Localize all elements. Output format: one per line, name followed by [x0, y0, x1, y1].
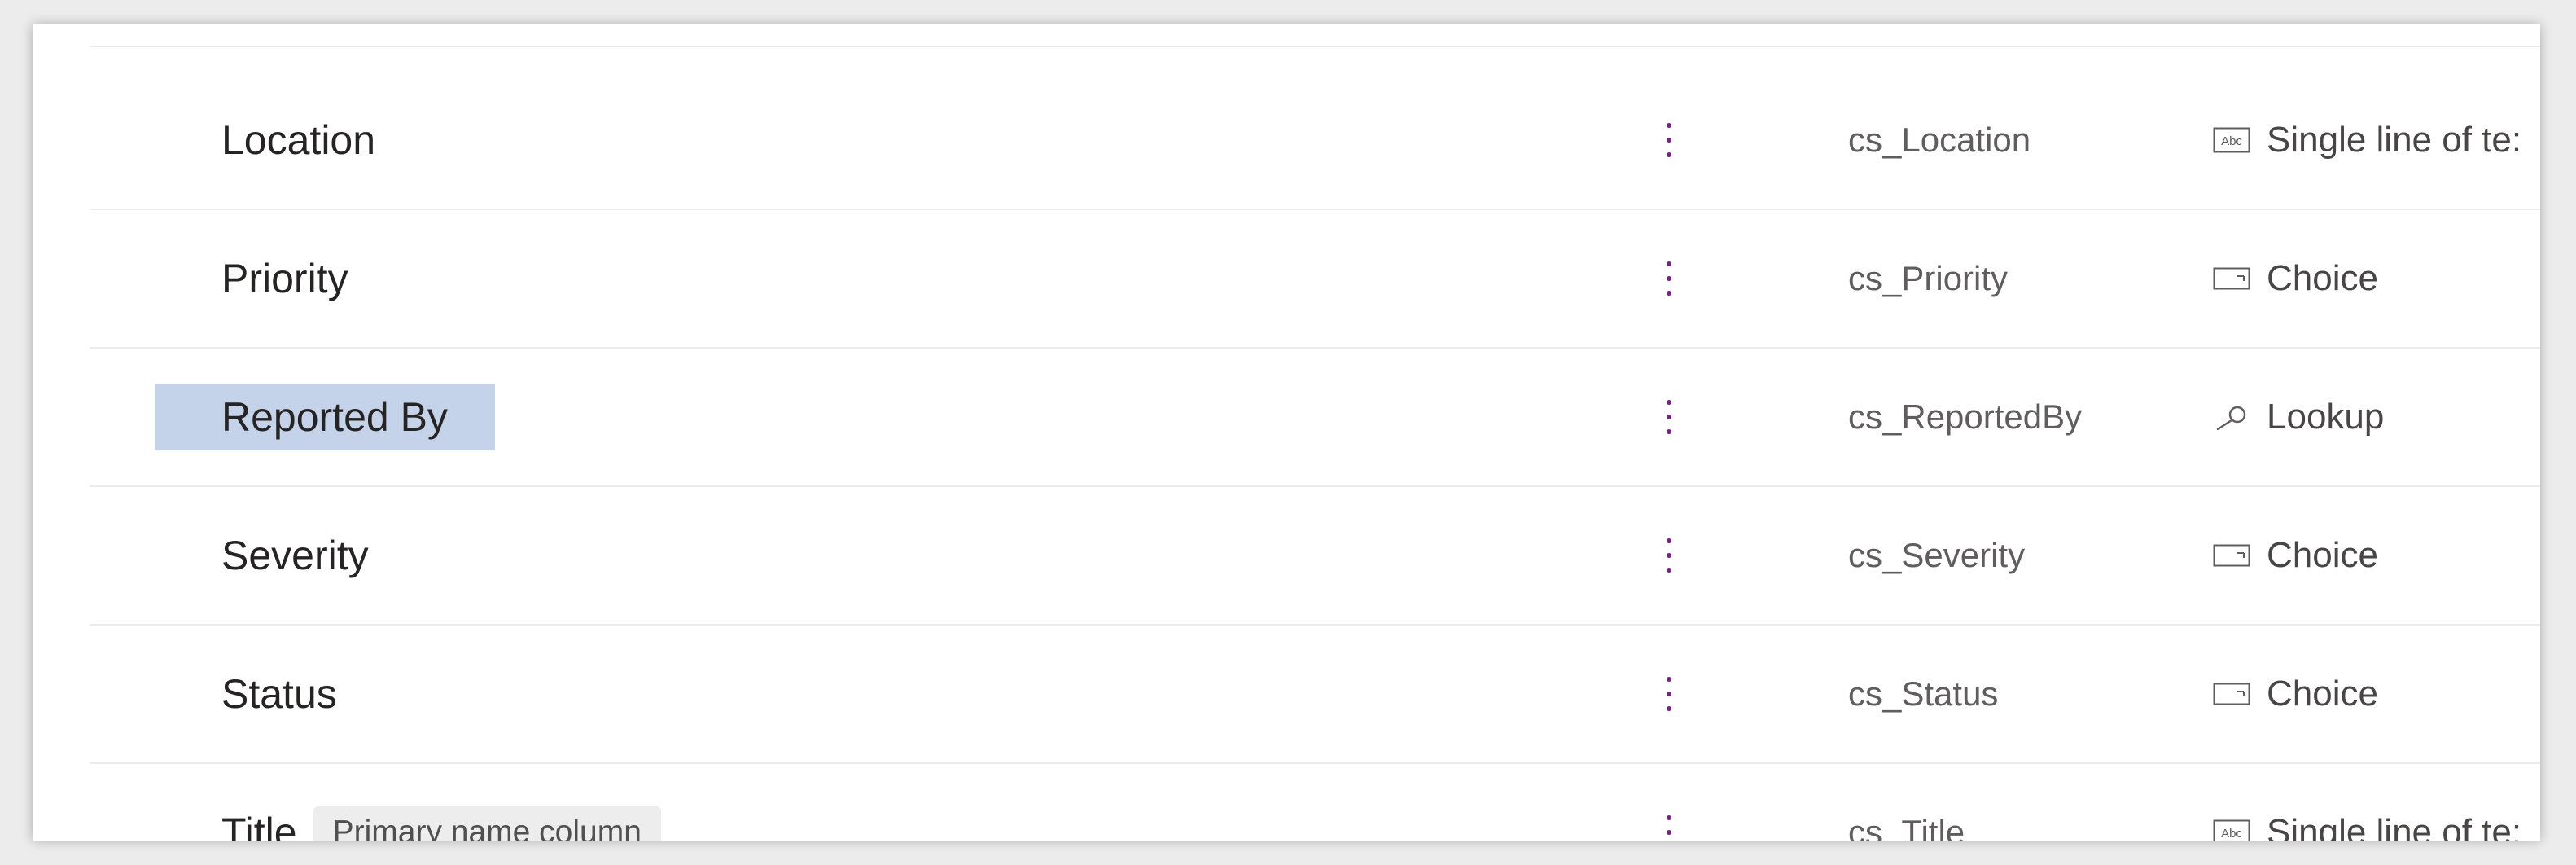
schema-name: cs_ReportedBy	[1848, 397, 2083, 436]
choice-icon	[2213, 267, 2250, 290]
schema-name: cs_Title	[1848, 813, 1965, 841]
more-dot-icon	[1667, 553, 1671, 558]
more-dot-icon	[1667, 415, 1671, 419]
more-dot-icon	[1667, 261, 1671, 266]
more-dot-icon	[1667, 815, 1671, 820]
single-line-text-icon: Abc	[2213, 819, 2250, 841]
data-type-label: Choice	[2267, 674, 2378, 714]
column-display-name[interactable]: Title	[221, 809, 297, 841]
svg-text:Abc: Abc	[2221, 134, 2242, 148]
schema-name: cs_Status	[1848, 674, 1999, 713]
more-dot-icon	[1667, 152, 1671, 157]
data-type-label: Choice	[2267, 258, 2378, 298]
more-options-button[interactable]	[1653, 384, 1685, 450]
data-type-cell: Abc Single line of te:	[2213, 72, 2540, 209]
columns-table: Location cs_Location Abc Single line of …	[33, 24, 2540, 841]
lookup-icon	[2216, 406, 2246, 430]
more-dot-icon	[1667, 568, 1671, 573]
display-name-cell: Location	[221, 72, 375, 209]
column-display-name[interactable]: Severity	[221, 532, 369, 579]
more-dot-icon	[1667, 291, 1671, 296]
single-line-text-icon: Abc	[2213, 127, 2250, 153]
more-options-button[interactable]	[1653, 108, 1685, 173]
choice-icon	[2213, 683, 2250, 705]
more-dot-icon	[1667, 123, 1671, 128]
data-type-label: Single line of te:	[2267, 812, 2522, 841]
table-row-status[interactable]: Status cs_Status Choice	[90, 626, 2540, 764]
more-dot-icon	[1667, 138, 1671, 143]
data-type-cell: Choice	[2213, 210, 2540, 347]
column-display-name[interactable]: Reported By	[155, 384, 495, 450]
data-type-cell: Abc Single line of te:	[2213, 764, 2540, 841]
more-options-button[interactable]	[1653, 246, 1685, 311]
data-type-cell: Lookup	[2213, 349, 2540, 485]
table-row-title[interactable]: Title Primary name column cs_Title Abc S…	[90, 764, 2540, 841]
column-display-name[interactable]: Priority	[221, 255, 348, 302]
more-options-button[interactable]	[1653, 523, 1685, 588]
display-name-cell: Severity	[221, 487, 369, 624]
schema-name: cs_Location	[1848, 121, 2031, 159]
table-row-location[interactable]: Location cs_Location Abc Single line of …	[90, 72, 2540, 210]
display-name-cell: Priority	[221, 210, 348, 347]
data-type-cell: Choice	[2213, 487, 2540, 624]
more-options-button[interactable]	[1653, 800, 1685, 841]
data-type-label: Lookup	[2267, 397, 2385, 437]
table-row-priority[interactable]: Priority cs_Priority Choice	[90, 210, 2540, 349]
data-type-cell: Choice	[2213, 626, 2540, 762]
more-dot-icon	[1667, 276, 1671, 281]
table-row-severity[interactable]: Severity cs_Severity Choice	[90, 487, 2540, 626]
more-dot-icon	[1667, 538, 1671, 543]
more-options-button[interactable]	[1653, 661, 1685, 727]
column-display-name[interactable]: Status	[221, 670, 337, 718]
table-divider	[90, 46, 2540, 47]
column-display-name[interactable]: Location	[221, 116, 375, 164]
display-name-cell: Title Primary name column	[221, 764, 661, 841]
schema-name: cs_Priority	[1848, 259, 2009, 297]
schema-name: cs_Severity	[1848, 536, 2026, 574]
display-name-cell: Status	[221, 626, 337, 762]
more-dot-icon	[1667, 692, 1671, 696]
data-type-label: Choice	[2267, 535, 2378, 575]
more-dot-icon	[1667, 429, 1671, 434]
svg-text:Abc: Abc	[2221, 827, 2242, 841]
more-dot-icon	[1667, 706, 1671, 711]
table-row-reported-by[interactable]: Reported By cs_ReportedBy Lookup	[90, 349, 2540, 487]
more-dot-icon	[1667, 830, 1671, 835]
more-dot-icon	[1667, 400, 1671, 405]
more-dot-icon	[1667, 677, 1671, 682]
primary-name-badge: Primary name column	[313, 806, 661, 841]
choice-icon	[2213, 544, 2250, 567]
data-type-label: Single line of te:	[2267, 120, 2522, 160]
display-name-cell: Reported By	[155, 349, 495, 485]
